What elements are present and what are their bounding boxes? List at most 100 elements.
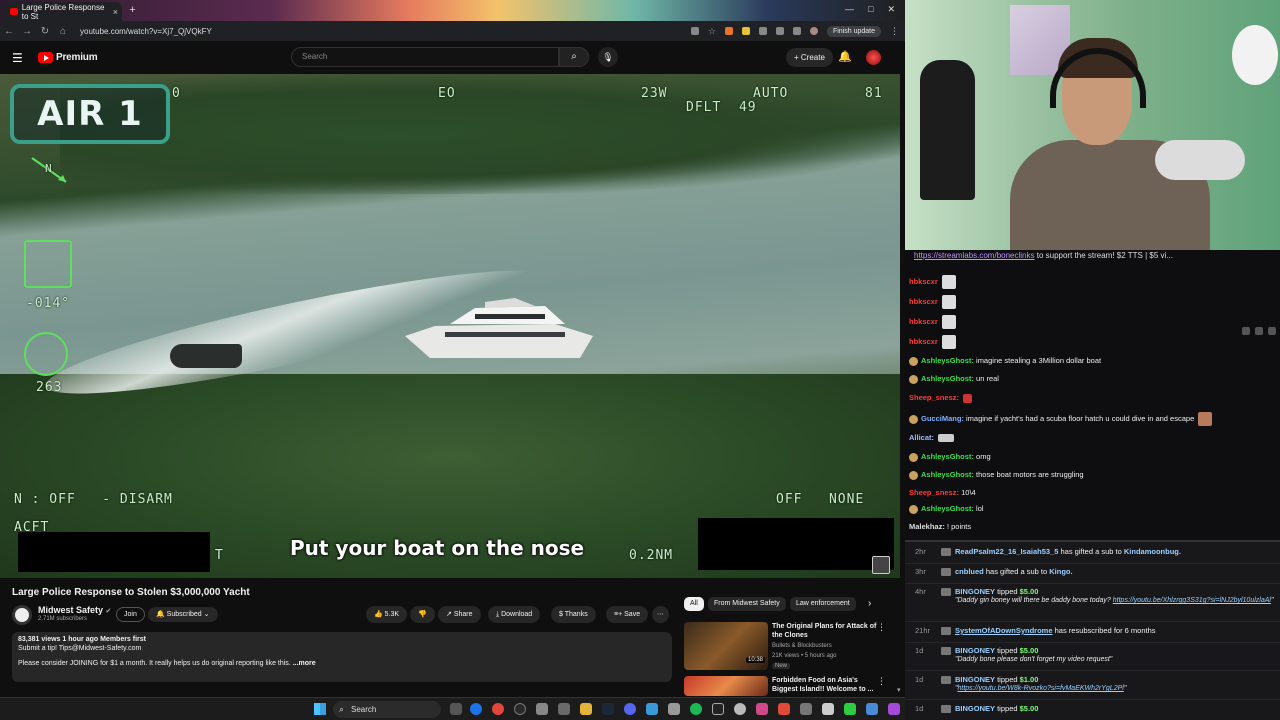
app-icon-10[interactable]: [646, 703, 658, 715]
voice-search-button[interactable]: 🎙: [598, 47, 618, 67]
chat-username[interactable]: hbkscxr: [909, 297, 938, 306]
chrome-active-icon[interactable]: [492, 703, 504, 715]
app-icon-5[interactable]: [536, 703, 548, 715]
search-input[interactable]: Search: [291, 47, 559, 67]
steam-icon[interactable]: [602, 703, 614, 715]
app-icon-21[interactable]: [888, 703, 900, 715]
bookmark-star-icon[interactable]: ☆: [708, 26, 716, 37]
video-player[interactable]: AIR 1 0 EO 23W AUTO DFLT 49 81 N -014° 2…: [0, 74, 900, 578]
more-actions-button[interactable]: ⋯: [652, 606, 669, 623]
reply-message-icon[interactable]: [1255, 327, 1263, 335]
finish-update-button[interactable]: Finish update: [826, 25, 881, 37]
like-button[interactable]: 👍 5.3K: [366, 606, 408, 623]
app-icon-16[interactable]: [778, 703, 790, 715]
rec-menu-icon-2[interactable]: ⋮: [877, 676, 886, 687]
chat-username[interactable]: AshleysGhost:: [921, 356, 974, 365]
youtube-logo[interactable]: Premium: [38, 52, 98, 63]
chat-username[interactable]: Sheep_snesz:: [909, 488, 959, 497]
feed-target-user[interactable]: Kingo.: [1049, 567, 1072, 576]
back-icon[interactable]: ←: [0, 26, 18, 37]
app-icon-6[interactable]: [558, 703, 570, 715]
account-avatar[interactable]: [866, 50, 881, 65]
app-icon-20[interactable]: [866, 703, 878, 715]
app-icon-18[interactable]: [822, 703, 834, 715]
feed-user[interactable]: cnblued: [955, 567, 984, 576]
dislike-button[interactable]: 👎: [410, 606, 435, 623]
browser-menu-icon[interactable]: ⋮: [890, 26, 899, 37]
chip-from-channel[interactable]: From Midwest Safety: [708, 597, 786, 611]
forward-icon[interactable]: →: [18, 26, 36, 37]
chat-username[interactable]: GucciMang:: [921, 414, 964, 423]
feed-user[interactable]: BINGONEY: [955, 587, 995, 596]
chat-username[interactable]: Allicat:: [909, 433, 934, 442]
install-icon[interactable]: [690, 27, 699, 35]
scroll-down-icon[interactable]: ▾: [897, 686, 901, 694]
chat-username[interactable]: Malekhaz:: [909, 522, 945, 531]
spotify-icon[interactable]: [690, 703, 702, 715]
minimize-icon[interactable]: —: [845, 4, 854, 15]
show-more-link[interactable]: ...more: [293, 660, 316, 667]
feed-user[interactable]: BINGONEY: [955, 704, 995, 713]
feed-user[interactable]: BINGONEY: [955, 675, 995, 684]
chat-username[interactable]: hbkscxr: [909, 337, 938, 346]
maximize-icon[interactable]: □: [868, 4, 873, 15]
app-icon-17[interactable]: [800, 703, 812, 715]
sidebar-icon[interactable]: [792, 27, 801, 35]
chip-law-enforcement[interactable]: Law enforcement: [790, 597, 856, 611]
new-tab-icon[interactable]: +: [126, 4, 139, 17]
search-button[interactable]: ⌕: [559, 47, 589, 67]
close-window-icon[interactable]: ✕: [887, 4, 895, 15]
reload-icon[interactable]: ↻: [36, 26, 54, 37]
download-button[interactable]: ⤓ Download: [488, 606, 541, 623]
rec-title-1[interactable]: The Original Plans for Attack of the Clo…: [772, 622, 877, 640]
chat-username[interactable]: Sheep_snesz:: [909, 393, 959, 402]
chat-username[interactable]: AshleysGhost:: [921, 504, 974, 513]
chip-all[interactable]: All: [684, 597, 704, 611]
chrome-icon[interactable]: [470, 703, 482, 715]
extension-yellow-icon[interactable]: [741, 27, 750, 35]
feed-target-user[interactable]: Kindamoonbug.: [1124, 547, 1181, 556]
chat-username[interactable]: AshleysGhost:: [921, 470, 974, 479]
pin-message-icon[interactable]: [1242, 327, 1250, 335]
thanks-button[interactable]: $ Thanks: [551, 606, 596, 623]
app-icon-19[interactable]: [844, 703, 856, 715]
hamburger-menu-icon[interactable]: ☰: [12, 51, 24, 65]
file-explorer-icon[interactable]: [580, 703, 592, 715]
notion-icon[interactable]: [712, 703, 724, 715]
feed-user[interactable]: ReadPsalm22_16_Isaiah53_5: [955, 547, 1058, 556]
save-button[interactable]: ≡+ Save: [606, 606, 649, 623]
chips-next-icon[interactable]: ›: [868, 598, 871, 609]
notifications-bell-icon[interactable]: 🔔: [838, 50, 852, 63]
subscribed-button[interactable]: 🔔 Subscribed ⌄: [148, 607, 218, 622]
task-view-icon[interactable]: [450, 703, 462, 715]
discord-icon[interactable]: [624, 703, 636, 715]
rec-thumbnail-2[interactable]: [684, 676, 768, 696]
chat-banner-link[interactable]: https://streamlabs.com/boneclinks: [914, 251, 1035, 260]
join-button[interactable]: Join: [116, 607, 145, 622]
home-icon[interactable]: ⌂: [54, 26, 72, 37]
message-menu-icon[interactable]: [1268, 327, 1276, 335]
app-icon-11[interactable]: [668, 703, 680, 715]
app-icon-15[interactable]: [756, 703, 768, 715]
channel-avatar[interactable]: [12, 605, 32, 625]
url-field[interactable]: youtube.com/watch?v=Xj7_QjVQkFY: [80, 27, 212, 36]
extension-icon[interactable]: [758, 27, 767, 35]
chat-username[interactable]: hbkscxr: [909, 277, 938, 286]
share-button[interactable]: ↗ Share: [438, 606, 481, 623]
chat-username[interactable]: AshleysGhost:: [921, 452, 974, 461]
rec-channel-1[interactable]: Bullets & Blockbusters: [772, 643, 832, 649]
extensions-puzzle-icon[interactable]: [775, 27, 784, 35]
chat-username[interactable]: hbkscxr: [909, 317, 938, 326]
tip-link[interactable]: https://youtu.be/Xhlzrgg3S31g?si=lNJ2byl…: [1113, 597, 1271, 604]
rec-menu-icon-1[interactable]: ⋮: [877, 622, 886, 633]
channel-watermark-icon[interactable]: [872, 556, 890, 574]
rec-title-2[interactable]: Forbidden Food on Asia's Biggest Island!…: [772, 676, 877, 694]
profile-icon[interactable]: [809, 27, 818, 35]
windows-start-icon[interactable]: [314, 703, 326, 715]
chat-username[interactable]: AshleysGhost:: [921, 374, 974, 383]
extension-orange-icon[interactable]: [724, 27, 733, 35]
create-button[interactable]: + Create: [786, 48, 833, 67]
taskbar-search[interactable]: Search: [333, 701, 441, 718]
app-icon-14[interactable]: [734, 703, 746, 715]
feed-user[interactable]: BINGONEY: [955, 646, 995, 655]
